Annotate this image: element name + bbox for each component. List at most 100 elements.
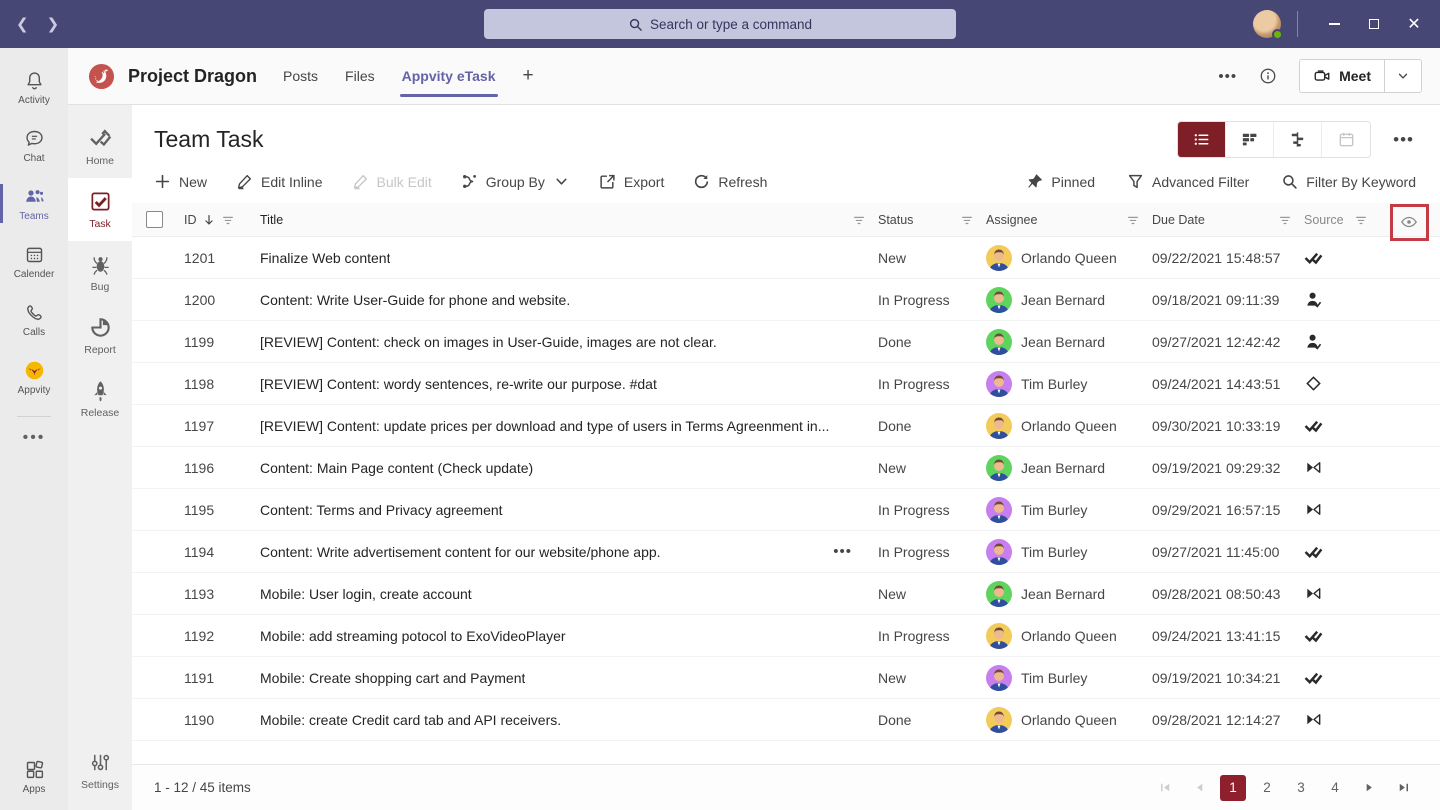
page-button-4[interactable]: 4	[1322, 775, 1348, 801]
task-title[interactable]: Content: Write User-Guide for phone and …	[260, 292, 570, 308]
search-input[interactable]: Search or type a command	[484, 9, 956, 39]
advanced-filter-button[interactable]: Advanced Filter	[1127, 173, 1249, 190]
table-row[interactable]: 1196 Content: Main Page content (Check u…	[132, 447, 1440, 489]
refresh-button[interactable]: Refresh	[693, 173, 767, 190]
module-item-task[interactable]: Task	[68, 178, 132, 241]
page-title: Team Task	[154, 126, 264, 153]
sidebar-item-chat[interactable]: Chat	[0, 118, 68, 173]
new-button[interactable]: New	[154, 173, 207, 190]
column-header-source[interactable]: Source	[1304, 213, 1344, 227]
sidebar-item-calls[interactable]: Calls	[0, 292, 68, 347]
previous-page-button[interactable]	[1186, 775, 1212, 801]
back-arrow-icon[interactable]: ❮	[16, 15, 29, 33]
table-row[interactable]: 1197 [REVIEW] Content: update prices per…	[132, 405, 1440, 447]
task-status: In Progress	[878, 502, 986, 518]
table-row[interactable]: 1200 Content: Write User-Guide for phone…	[132, 279, 1440, 321]
export-button[interactable]: Export	[599, 173, 664, 190]
task-title[interactable]: Mobile: User login, create account	[260, 586, 472, 602]
source-double-check-icon	[1304, 248, 1323, 267]
page-more-button[interactable]: •••	[1393, 130, 1414, 150]
sidebar-item-appvity[interactable]: Appvity	[0, 350, 68, 405]
module-item-settings[interactable]: Settings	[68, 739, 132, 802]
page-button-3[interactable]: 3	[1288, 775, 1314, 801]
maximize-button[interactable]	[1354, 8, 1394, 40]
meet-button[interactable]: Meet	[1299, 59, 1422, 93]
close-button[interactable]: ✕	[1394, 8, 1434, 40]
table-row[interactable]: 1194 Content: Write advertisement conten…	[132, 531, 1440, 573]
task-title[interactable]: [REVIEW] Content: check on images in Use…	[260, 334, 717, 350]
table-row[interactable]: 1193 Mobile: User login, create account …	[132, 573, 1440, 615]
table-row[interactable]: 1191 Mobile: Create shopping cart and Pa…	[132, 657, 1440, 699]
filter-icon[interactable]	[1354, 213, 1368, 227]
column-header-due-date[interactable]: Due Date	[1152, 213, 1205, 227]
column-header-id[interactable]: ID	[184, 213, 197, 227]
task-title[interactable]: Content: Main Page content (Check update…	[260, 460, 533, 476]
assignee-avatar	[986, 707, 1012, 733]
module-item-release[interactable]: Release	[68, 367, 132, 430]
task-title[interactable]: Content: Write advertisement content for…	[260, 544, 661, 560]
filter-icon[interactable]	[1278, 213, 1292, 227]
bulk-edit-button[interactable]: Bulk Edit	[352, 173, 432, 190]
task-id: 1193	[184, 586, 260, 602]
table-row[interactable]: 1198 [REVIEW] Content: wordy sentences, …	[132, 363, 1440, 405]
filter-by-keyword-button[interactable]: Filter By Keyword	[1281, 173, 1416, 190]
add-tab-button[interactable]: +	[523, 48, 534, 105]
task-title[interactable]: [REVIEW] Content: update prices per down…	[260, 418, 829, 434]
task-title[interactable]: Finalize Web content	[260, 250, 390, 266]
sidebar-item-activity[interactable]: Activity	[0, 60, 68, 115]
row-more-button[interactable]: •••	[833, 543, 852, 560]
edit-inline-button[interactable]: Edit Inline	[236, 173, 322, 190]
filter-icon[interactable]	[1126, 213, 1140, 227]
tab-posts[interactable]: Posts	[283, 48, 318, 105]
column-header-assignee[interactable]: Assignee	[986, 213, 1037, 227]
eye-icon[interactable]	[1400, 213, 1418, 231]
sidebar-item-label: Apps	[23, 784, 46, 795]
column-header-status[interactable]: Status	[878, 213, 913, 227]
filter-icon[interactable]	[221, 213, 235, 227]
group-by-button[interactable]: Group By	[461, 173, 570, 190]
gantt-view-button[interactable]	[1274, 122, 1322, 157]
sidebar-item-calendar[interactable]: Calender	[0, 234, 68, 289]
pinned-button[interactable]: Pinned	[1026, 173, 1095, 190]
table-row[interactable]: 1201 Finalize Web content New Orlando Qu…	[132, 237, 1440, 279]
tab-appvity-etask[interactable]: Appvity eTask	[402, 48, 496, 105]
calendar-view-button[interactable]	[1322, 122, 1370, 157]
minimize-button[interactable]	[1314, 8, 1354, 40]
module-item-home[interactable]: Home	[68, 115, 132, 178]
meet-dropdown-button[interactable]	[1384, 60, 1421, 92]
info-icon[interactable]	[1259, 67, 1277, 85]
task-title[interactable]: Mobile: Create shopping cart and Payment	[260, 670, 525, 686]
table-row[interactable]: 1199 [REVIEW] Content: check on images i…	[132, 321, 1440, 363]
filter-icon[interactable]	[852, 213, 866, 227]
sidebar-item-teams[interactable]: Teams	[0, 176, 68, 231]
refresh-label: Refresh	[718, 174, 767, 190]
page-button-2[interactable]: 2	[1254, 775, 1280, 801]
forward-arrow-icon[interactable]: ❯	[47, 15, 60, 33]
select-all-checkbox[interactable]	[146, 211, 163, 228]
sidebar-item-apps[interactable]: Apps	[0, 749, 68, 804]
task-title[interactable]: Mobile: create Credit card tab and API r…	[260, 712, 561, 728]
assignee-avatar	[986, 245, 1012, 271]
module-item-report[interactable]: Report	[68, 304, 132, 367]
board-view-button[interactable]	[1226, 122, 1274, 157]
next-page-button[interactable]	[1356, 775, 1382, 801]
task-title[interactable]: Mobile: add streaming potocol to ExoVide…	[260, 628, 566, 644]
filter-icon[interactable]	[960, 213, 974, 227]
module-item-bug[interactable]: Bug	[68, 241, 132, 304]
task-title[interactable]: [REVIEW] Content: wordy sentences, re-wr…	[260, 376, 657, 392]
more-apps-button[interactable]: •••	[23, 429, 46, 447]
first-page-button[interactable]	[1152, 775, 1178, 801]
last-page-button[interactable]	[1390, 775, 1416, 801]
list-view-button[interactable]	[1178, 122, 1226, 157]
meet-label: Meet	[1339, 68, 1371, 84]
page-button-1[interactable]: 1	[1220, 775, 1246, 801]
sort-descending-icon[interactable]	[202, 213, 216, 227]
table-row[interactable]: 1190 Mobile: create Credit card tab and …	[132, 699, 1440, 741]
column-header-title[interactable]: Title	[260, 213, 283, 227]
channel-more-button[interactable]: •••	[1218, 68, 1237, 85]
task-title[interactable]: Content: Terms and Privacy agreement	[260, 502, 503, 518]
table-row[interactable]: 1192 Mobile: add streaming potocol to Ex…	[132, 615, 1440, 657]
tab-files[interactable]: Files	[345, 48, 375, 105]
table-row[interactable]: 1195 Content: Terms and Privacy agreemen…	[132, 489, 1440, 531]
user-avatar[interactable]	[1253, 10, 1281, 38]
